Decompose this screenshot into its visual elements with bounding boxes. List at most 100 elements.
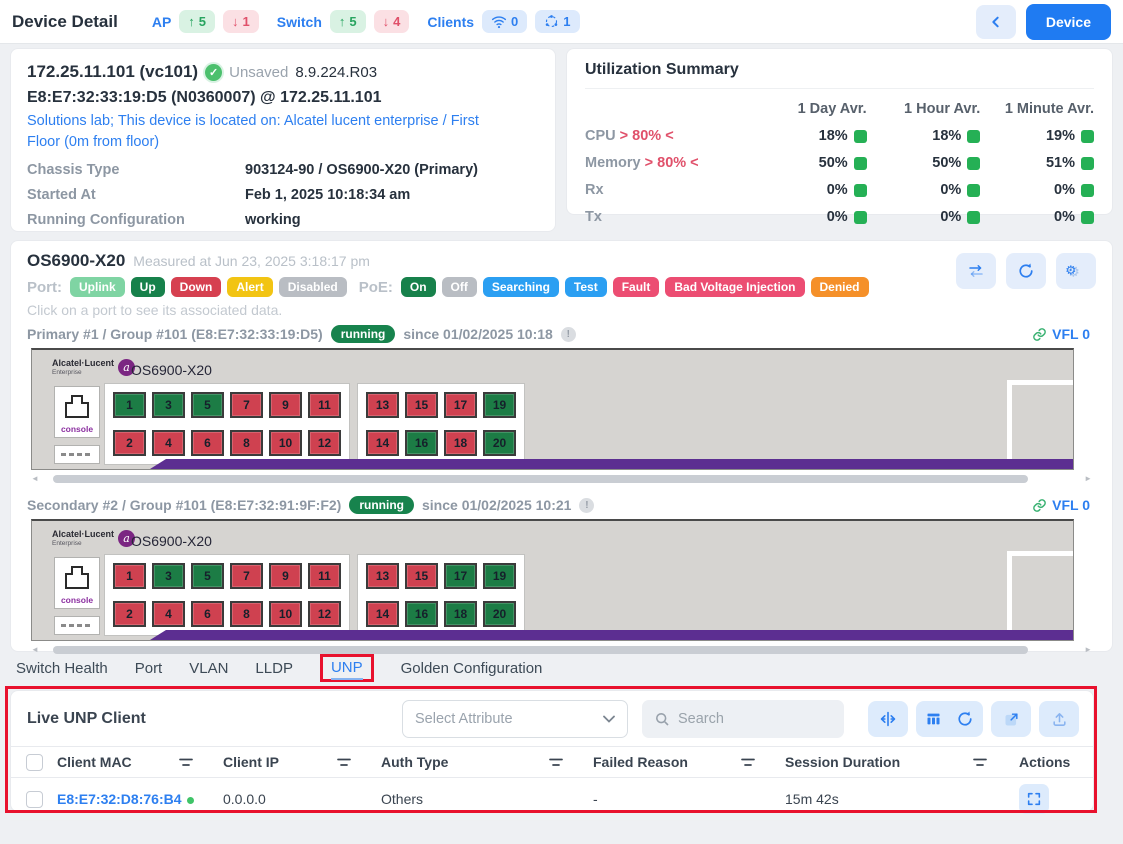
scroll-right-arrow[interactable]: ► — [1084, 475, 1092, 483]
port-4[interactable]: 4 — [152, 601, 185, 627]
search-input[interactable] — [678, 711, 808, 727]
port-status-badge: Uplink — [70, 277, 125, 297]
row-checkbox[interactable] — [26, 791, 43, 808]
export-icon — [1051, 711, 1068, 728]
expand-row-button[interactable] — [1019, 784, 1049, 814]
port-13[interactable]: 13 — [366, 392, 399, 418]
resize-columns-button[interactable] — [868, 701, 908, 737]
port-1[interactable]: 1 — [113, 563, 146, 589]
tab-switch-health[interactable]: Switch Health — [16, 660, 108, 677]
scrollbar-track[interactable] — [43, 475, 1080, 483]
scroll-left-arrow[interactable]: ◄ — [31, 475, 39, 483]
tab-port[interactable]: Port — [135, 660, 163, 677]
console-port[interactable]: console — [54, 386, 100, 438]
port-11[interactable]: 11 — [308, 392, 341, 418]
port-7[interactable]: 7 — [230, 563, 263, 589]
filter-icon[interactable] — [741, 754, 755, 770]
vfl-port-outline — [1007, 380, 1074, 467]
scroll-right-arrow[interactable]: ► — [1084, 646, 1092, 654]
port-15[interactable]: 15 — [405, 563, 438, 589]
poe-status-badge: Fault — [613, 277, 660, 297]
settings-button[interactable]: ⚙⚙ — [1056, 253, 1096, 289]
port-5[interactable]: 5 — [191, 392, 224, 418]
export-button[interactable] — [1039, 701, 1079, 737]
utilization-title: Utilization Summary — [585, 61, 1094, 89]
open-external-button[interactable] — [991, 701, 1031, 737]
port-18[interactable]: 18 — [444, 601, 477, 627]
filter-icon[interactable] — [179, 754, 193, 770]
since-text: since 01/02/2025 10:21 — [422, 497, 571, 513]
device-location-link[interactable]: Solutions lab; This device is located on… — [27, 111, 507, 153]
port-10[interactable]: 10 — [269, 601, 302, 627]
filter-icon[interactable] — [549, 754, 563, 770]
chassis-purple-bar — [150, 630, 1073, 640]
console-port[interactable]: console — [54, 557, 100, 609]
swap-view-button[interactable] — [956, 253, 996, 289]
port-18[interactable]: 18 — [444, 430, 477, 456]
port-5[interactable]: 5 — [191, 563, 224, 589]
port-1[interactable]: 1 — [113, 392, 146, 418]
firmware-version: 8.9.224.R03 — [295, 64, 377, 81]
select-all-checkbox[interactable] — [26, 754, 43, 771]
client-mac-link[interactable]: E8:E7:32:D8:76:B4 — [57, 791, 182, 807]
columns-icon — [925, 711, 942, 727]
port-legend-label: Port: — [27, 279, 62, 296]
tab-lldp[interactable]: LLDP — [255, 660, 293, 677]
port-8[interactable]: 8 — [230, 601, 263, 627]
info-icon[interactable]: ! — [579, 498, 594, 513]
port-14[interactable]: 14 — [366, 430, 399, 456]
chassis-unit-name: Secondary #2 / Group #101 (E8:E7:32:91:9… — [27, 497, 341, 513]
wifi-icon — [491, 15, 507, 29]
device-button[interactable]: Device — [1026, 4, 1111, 40]
port-20[interactable]: 20 — [483, 601, 516, 627]
port-2[interactable]: 2 — [113, 601, 146, 627]
info-icon[interactable]: ! — [561, 327, 576, 342]
port-9[interactable]: 9 — [269, 563, 302, 589]
arrow-up-icon: ↑ — [339, 14, 346, 29]
horizontal-scrollbar[interactable]: ◄► — [31, 474, 1092, 484]
filter-icon[interactable] — [337, 754, 351, 770]
port-19[interactable]: 19 — [483, 392, 516, 418]
port-12[interactable]: 12 — [308, 430, 341, 456]
port-11[interactable]: 11 — [308, 563, 341, 589]
client-ip-cell: 0.0.0.0 — [223, 791, 381, 807]
port-16[interactable]: 16 — [405, 601, 438, 627]
port-14[interactable]: 14 — [366, 601, 399, 627]
brand-logo: Alcatel·LucentEnterprisea — [52, 359, 135, 376]
port-12[interactable]: 12 — [308, 601, 341, 627]
port-7[interactable]: 7 — [230, 392, 263, 418]
tab-vlan[interactable]: VLAN — [189, 660, 228, 677]
table-row: E8:E7:32:D8:76:B40.0.0.0Others-15m 42s — [11, 777, 1093, 821]
back-button[interactable] — [976, 5, 1016, 39]
port-17[interactable]: 17 — [444, 563, 477, 589]
failed-reason-cell: - — [593, 791, 785, 807]
port-17[interactable]: 17 — [444, 392, 477, 418]
refresh-chassis-button[interactable] — [1006, 253, 1046, 289]
columns-refresh-button[interactable] — [916, 701, 983, 737]
util-value: 50% — [867, 155, 981, 171]
port-16[interactable]: 16 — [405, 430, 438, 456]
port-20[interactable]: 20 — [483, 430, 516, 456]
tab-golden-configuration[interactable]: Golden Configuration — [401, 660, 543, 677]
port-group: 13151719 14161820 — [357, 383, 525, 465]
attribute-select[interactable]: Select Attribute — [402, 700, 628, 738]
port-2[interactable]: 2 — [113, 430, 146, 456]
poe-status-badge: Bad Voltage Injection — [665, 277, 804, 297]
port-10[interactable]: 10 — [269, 430, 302, 456]
port-15[interactable]: 15 — [405, 392, 438, 418]
port-3[interactable]: 3 — [152, 563, 185, 589]
scrollbar-thumb[interactable] — [53, 475, 1028, 483]
filter-icon[interactable] — [973, 754, 987, 770]
tab-unp[interactable]: UNP — [331, 659, 363, 680]
port-19[interactable]: 19 — [483, 563, 516, 589]
port-6[interactable]: 6 — [191, 430, 224, 456]
util-threshold: > 80% < — [620, 128, 674, 144]
port-8[interactable]: 8 — [230, 430, 263, 456]
port-3[interactable]: 3 — [152, 392, 185, 418]
vfl-link[interactable]: VFL 0 — [1032, 497, 1090, 513]
port-9[interactable]: 9 — [269, 392, 302, 418]
port-13[interactable]: 13 — [366, 563, 399, 589]
port-4[interactable]: 4 — [152, 430, 185, 456]
port-6[interactable]: 6 — [191, 601, 224, 627]
vfl-link[interactable]: VFL 0 — [1032, 326, 1090, 342]
